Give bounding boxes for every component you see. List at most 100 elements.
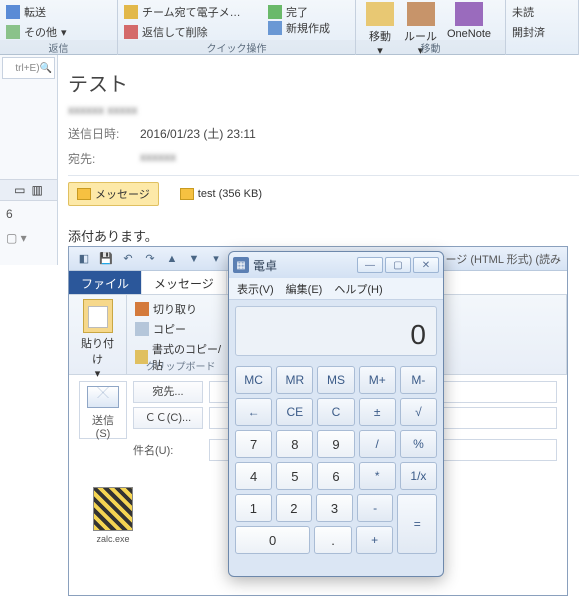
folder-pane-sliver: trl+E) 🔍 ▭ ▥ 6 ▢ ▾ <box>0 55 58 265</box>
subject-label: 件名(U): <box>133 442 203 458</box>
tab-file[interactable]: ファイル <box>69 271 142 294</box>
copy-button[interactable]: コピー <box>135 319 226 339</box>
sent-value: 2016/01/23 (土) 23:11 <box>140 125 256 142</box>
unread-button[interactable]: 未読 <box>512 2 572 22</box>
forward-button[interactable]: 転送 <box>6 2 111 22</box>
key-minus[interactable]: - <box>357 494 394 522</box>
key-mc[interactable]: MC <box>235 366 272 394</box>
cut-button[interactable]: 切り取り <box>135 299 226 319</box>
new-create-button[interactable]: 新規作成 <box>268 18 330 38</box>
outlook-icon: ◧ <box>75 250 93 268</box>
key-6[interactable]: 6 <box>317 462 354 490</box>
move-icon <box>366 2 394 26</box>
paste-button[interactable]: 貼り付け▾ <box>77 299 118 380</box>
message-body: 添付あります。 <box>68 226 579 245</box>
menu-edit[interactable]: 編集(E) <box>286 281 323 297</box>
copy-icon <box>135 322 149 336</box>
key-mminus[interactable]: M- <box>400 366 437 394</box>
key-5[interactable]: 5 <box>276 462 313 490</box>
key-plus[interactable]: + <box>356 526 394 554</box>
forward-icon <box>6 5 20 19</box>
prev-button[interactable]: ▲ <box>163 250 181 268</box>
check-icon <box>268 5 282 19</box>
paste-icon <box>83 299 113 333</box>
send-button[interactable]: 送信 (S) <box>79 381 127 439</box>
quick-group-label: クイック操作 <box>118 40 355 55</box>
sent-label: 送信日時: <box>68 125 128 142</box>
key-mplus[interactable]: M+ <box>359 366 396 394</box>
menu-view[interactable]: 表示(V) <box>237 281 274 297</box>
key-8[interactable]: 8 <box>276 430 313 458</box>
key-7[interactable]: 7 <box>235 430 272 458</box>
key-reciprocal[interactable]: 1/x <box>400 462 437 490</box>
search-input[interactable]: trl+E) 🔍 <box>2 57 55 79</box>
key-equals[interactable]: = <box>397 494 437 554</box>
view-tab-1[interactable]: ▭ <box>14 183 25 197</box>
key-divide[interactable]: / <box>359 430 396 458</box>
other-icon <box>6 25 20 39</box>
send-icon <box>87 386 119 408</box>
open-status-button[interactable]: 開封済 <box>512 22 572 42</box>
key-sqrt[interactable]: √ <box>400 398 437 426</box>
key-0[interactable]: 0 <box>235 526 310 554</box>
attachment-tab[interactable]: test (356 KB) <box>171 184 271 204</box>
outlook-ribbon: 転送 その他 ▾ 返信 チーム宛て電子メ… 返信して削除 完了 新規作成 クイッ… <box>0 0 579 55</box>
key-4[interactable]: 4 <box>235 462 272 490</box>
save-button[interactable]: 💾 <box>97 250 115 268</box>
to-button[interactable]: 宛先... <box>133 381 203 403</box>
key-decimal[interactable]: . <box>314 526 352 554</box>
qat-more[interactable]: ▾ <box>207 250 225 268</box>
redo-button[interactable]: ↷ <box>141 250 159 268</box>
reading-pane: テスト xxxxxx xxxxx 送信日時: 2016/01/23 (土) 23:… <box>68 68 579 245</box>
cc-button[interactable]: ＣＣ(C)... <box>133 407 203 429</box>
reply-group-label: 返信 <box>0 40 117 55</box>
team-icon <box>124 5 138 19</box>
key-plusminus[interactable]: ± <box>359 398 396 426</box>
key-3[interactable]: 3 <box>316 494 353 522</box>
calculator-window: ▦ 電卓 — ▢ ✕ 表示(V) 編集(E) ヘルプ(H) 0 MC MR MS… <box>228 251 444 577</box>
next-button[interactable]: ▼ <box>185 250 203 268</box>
calc-titlebar[interactable]: ▦ 電卓 — ▢ ✕ <box>229 252 443 278</box>
rules-icon <box>407 2 435 26</box>
undo-button[interactable]: ↶ <box>119 250 137 268</box>
view-tab-2[interactable]: ▥ <box>32 183 43 197</box>
to-value: xxxxxx <box>140 150 176 167</box>
clipboard-group-label: クリップボード <box>127 358 234 373</box>
key-c[interactable]: C <box>317 398 354 426</box>
message-from: xxxxxx xxxxx <box>68 103 579 117</box>
calc-keypad: MC MR MS M+ M- ← CE C ± √ 7 8 9 / % 4 5 … <box>229 362 443 562</box>
close-button[interactable]: ✕ <box>413 257 439 273</box>
key-ce[interactable]: CE <box>276 398 313 426</box>
key-back[interactable]: ← <box>235 398 272 426</box>
onenote-icon <box>455 2 483 26</box>
key-1[interactable]: 1 <box>235 494 272 522</box>
maximize-button[interactable]: ▢ <box>385 257 411 273</box>
other-button[interactable]: その他 ▾ <box>6 22 111 42</box>
scissors-icon <box>135 302 149 316</box>
item-count: 6 <box>0 201 57 227</box>
envelope-icon <box>180 188 194 200</box>
key-mr[interactable]: MR <box>276 366 313 394</box>
attachment-file[interactable]: zalc.exe <box>87 487 139 544</box>
exe-icon <box>93 487 133 531</box>
new-icon <box>268 21 282 35</box>
envelope-icon <box>77 188 91 200</box>
key-9[interactable]: 9 <box>317 430 354 458</box>
calc-menubar: 表示(V) 編集(E) ヘルプ(H) <box>229 278 443 300</box>
move-group-label: 移動 <box>356 40 505 55</box>
key-percent[interactable]: % <box>400 430 437 458</box>
key-multiply[interactable]: * <box>359 462 396 490</box>
compose-caption: セージ (HTML 形式) (読み <box>435 251 561 267</box>
tab-message[interactable]: メッセージ <box>142 271 227 294</box>
reply-delete-icon <box>124 25 138 39</box>
minimize-button[interactable]: — <box>357 257 383 273</box>
key-2[interactable]: 2 <box>276 494 313 522</box>
calc-display: 0 <box>235 306 437 356</box>
to-label: 宛先: <box>68 150 128 167</box>
key-ms[interactable]: MS <box>317 366 354 394</box>
calc-title: 電卓 <box>253 257 355 274</box>
message-tab[interactable]: メッセージ <box>68 182 159 206</box>
calc-app-icon: ▦ <box>233 257 249 273</box>
message-subject: テスト <box>68 68 579 97</box>
menu-help[interactable]: ヘルプ(H) <box>334 281 382 297</box>
